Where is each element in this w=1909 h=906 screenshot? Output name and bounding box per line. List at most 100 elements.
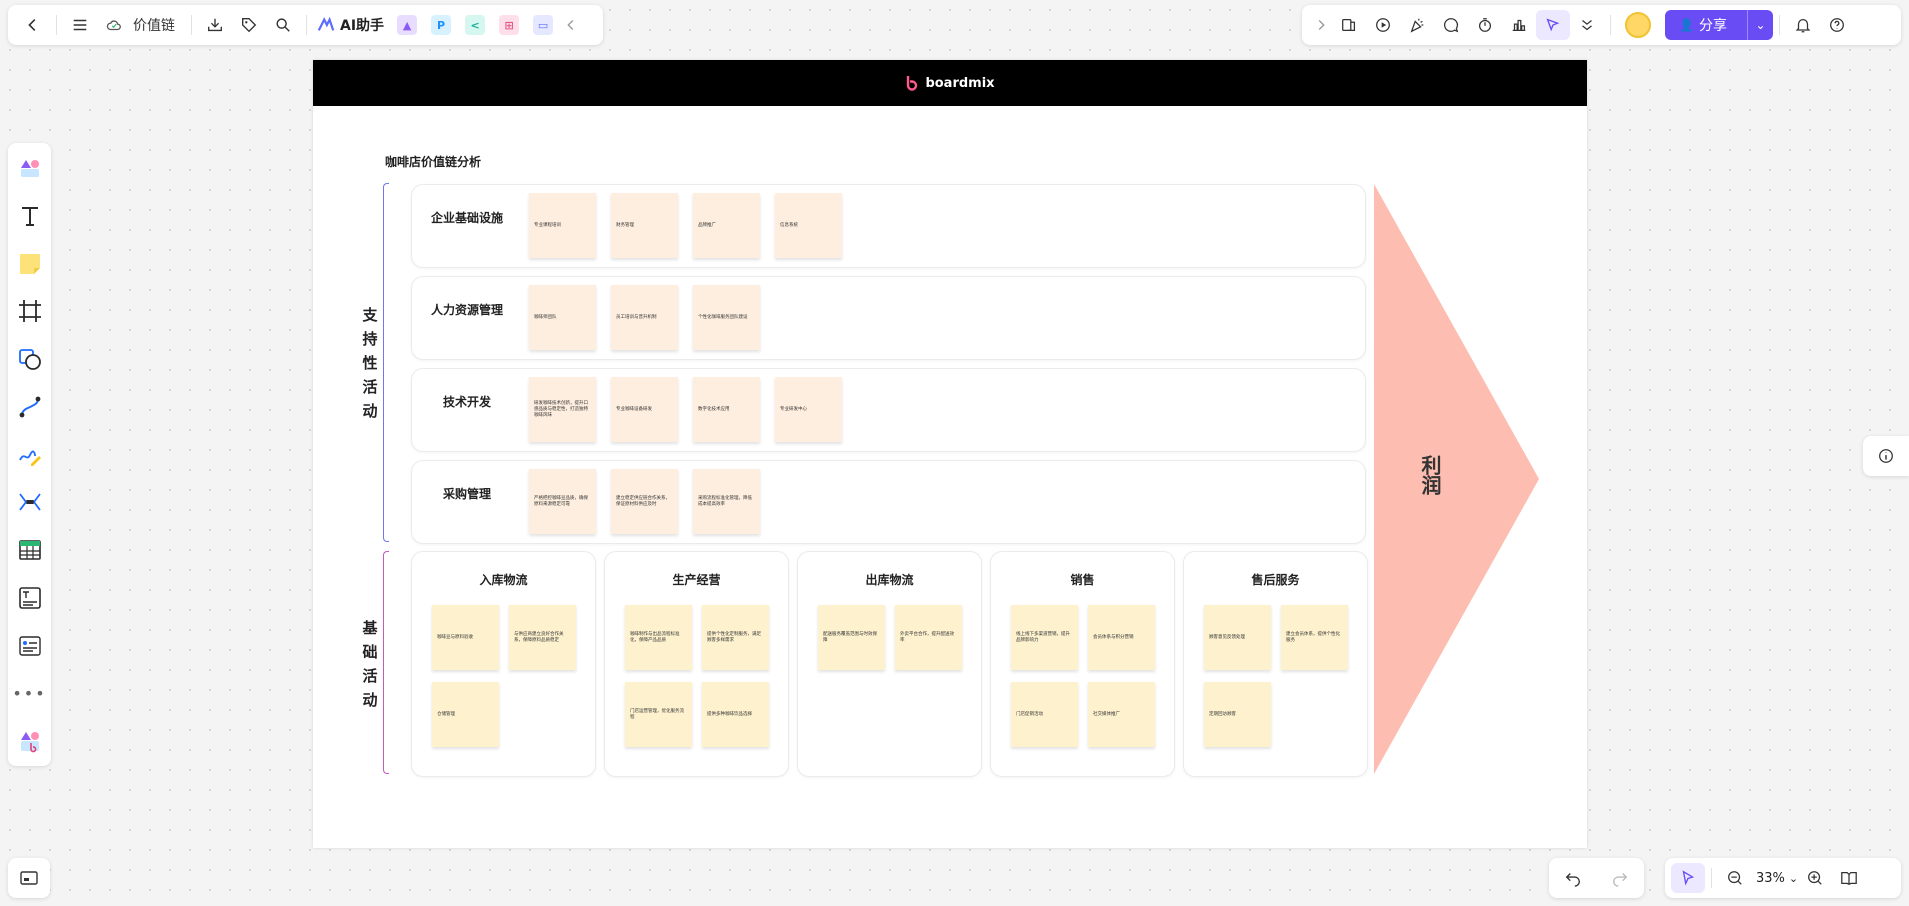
cloud-saved-icon (97, 10, 131, 40)
sticky-note[interactable]: 专业研发中心 (775, 377, 842, 442)
share-dropdown-icon[interactable]: ⌄ (1747, 10, 1773, 40)
sticky-note[interactable]: 采购流程标准化管理，降低成本提高效率 (693, 469, 760, 534)
support-row[interactable]: 企业基础设施 专业课程培训 财务管理 品牌推广 信息系统 (411, 184, 1366, 268)
sticky-note[interactable]: 建立会员体系，提供个性化服务 (1281, 605, 1348, 670)
vote-icon[interactable] (1502, 10, 1536, 40)
document-title[interactable]: 价值链 (133, 15, 175, 35)
sticky-note[interactable]: 建立稳定供应链合作关系，保证原材料供应及时 (611, 469, 678, 534)
sticky-note[interactable]: 员工培训与晋升机制 (611, 285, 678, 350)
follow-cursor-icon[interactable] (1536, 10, 1570, 40)
support-activities-label[interactable]: 支持性活动 (360, 303, 380, 423)
primary-activity-column[interactable]: 入库物流 咖啡豆与原料验收 与供应商建立良好合作关系，保障原料品质稳定 仓储管理 (411, 551, 596, 777)
sticky-note[interactable]: 社交媒体推广 (1088, 682, 1155, 747)
sticky-note[interactable]: 专业咖啡设备研发 (611, 377, 678, 442)
sticky-note[interactable]: 专业课程培训 (529, 193, 596, 258)
text-card-icon[interactable] (13, 581, 47, 615)
sticky-note[interactable]: 数字化技术应用 (693, 377, 760, 442)
ai-ppt-icon[interactable]: P (431, 15, 452, 35)
support-row[interactable]: 人力资源管理 咖啡师团队 员工培训与晋升机制 个性化咖啡服务团队建设 (411, 276, 1366, 360)
primary-activity-column[interactable]: 售后服务顾客意见反馈处理 建立会员体系，提供个性化服务 定期回访顾客 (1183, 551, 1368, 777)
primary-activity-column[interactable]: 生产经营 咖啡制作与出品流程标准化，保障产品品质 提供个性化定制服务，满足顾客多样需… (604, 551, 789, 777)
notification-bell-icon[interactable] (1786, 10, 1820, 40)
timer-icon[interactable] (1468, 10, 1502, 40)
sticky-note[interactable]: 咖啡制作与出品流程标准化，保障产品品质 (625, 605, 692, 670)
sticky-note[interactable]: 提供个性化定制服务，满足顾客多样需求 (702, 605, 769, 670)
sticky-note[interactable]: 品牌推广 (693, 193, 760, 258)
sticky-note[interactable]: 个性化咖啡服务团队建设 (693, 285, 760, 350)
sticky-note[interactable]: 门店运营管理，优化服务流程 (625, 682, 692, 747)
book-view-icon[interactable] (1832, 863, 1866, 893)
minimap-toggle[interactable] (8, 858, 50, 898)
mindmap-tool-icon[interactable] (13, 485, 47, 519)
sticky-note[interactable]: 配送服务覆盖范围与时效保障 (818, 605, 885, 670)
celebrate-icon[interactable] (1400, 10, 1434, 40)
text-tool-icon[interactable] (13, 199, 47, 233)
ai-flowchart-icon[interactable]: ⊞ (499, 15, 520, 35)
search-icon[interactable] (266, 10, 300, 40)
support-row[interactable]: 采购管理 严格把控咖啡豆品质，确保原料来源稳定可靠 建立稳定供应链合作关系，保证原材… (411, 460, 1366, 544)
expand-right-icon[interactable] (1310, 10, 1332, 40)
help-icon[interactable] (1820, 10, 1854, 40)
sticky-note[interactable]: 严格把控咖啡豆品质，确保原料来源稳定可靠 (529, 469, 596, 534)
primary-activity-column[interactable]: 出库物流 配送服务覆盖范围与时效保障 外卖平台合作，提升配送效率 (797, 551, 982, 777)
ai-image-icon[interactable]: ▲ (397, 15, 418, 35)
download-icon[interactable] (198, 10, 232, 40)
primary-activity-column[interactable]: 销售 线上线下多渠道营销，提升品牌影响力 会员体系与积分营销 门店促销活动 社交媒体推广 (990, 551, 1175, 777)
sticky-note[interactable]: 研发咖啡技术创新，提升口感品质与稳定性，打造独特咖啡风味 (529, 377, 596, 442)
undo-icon[interactable] (1556, 863, 1590, 893)
user-avatar[interactable] (1625, 12, 1651, 38)
sticky-note[interactable]: 定期回访顾客 (1204, 682, 1271, 747)
vertical-char: 动 (362, 402, 378, 420)
info-panel-toggle[interactable] (1863, 436, 1909, 476)
divider (191, 15, 192, 35)
primary-activities-label[interactable]: 基础活动 (360, 616, 380, 712)
comment-icon[interactable] (1434, 10, 1468, 40)
ai-mindmap-icon[interactable]: < (465, 15, 486, 35)
vertical-char: 动 (362, 691, 378, 709)
pen-tool-icon[interactable] (13, 438, 47, 472)
shape-tool-icon[interactable] (13, 342, 47, 376)
ai-assistant-button[interactable]: AI助手 (317, 15, 384, 35)
sticky-note[interactable]: 仓储管理 (432, 682, 499, 747)
sticky-note[interactable]: 信息系统 (775, 193, 842, 258)
sticky-note[interactable]: 提供多种咖啡饮品选择 (702, 682, 769, 747)
table-tool-icon[interactable] (13, 533, 47, 567)
share-button[interactable]: 👤 分享 ⌄ (1665, 10, 1773, 40)
divider (306, 15, 307, 35)
support-row[interactable]: 技术开发 研发咖啡技术创新，提升口感品质与稳定性，打造独特咖啡风味 专业咖啡设备研发… (411, 368, 1366, 452)
sticky-note[interactable]: 线上线下多渠道营销，提升品牌影响力 (1011, 605, 1078, 670)
diagram-title[interactable]: 咖啡店价值链分析 (385, 153, 481, 170)
sticky-note[interactable]: 咖啡豆与原料验收 (432, 605, 499, 670)
sticky-note[interactable]: 门店促销活动 (1011, 682, 1078, 747)
sticky-note[interactable]: 顾客意见反馈处理 (1204, 605, 1271, 670)
sticky-note[interactable]: 财务管理 (611, 193, 678, 258)
zoom-in-icon[interactable] (1798, 863, 1832, 893)
more-chevron-icon[interactable] (1570, 10, 1604, 40)
zoom-dropdown-icon[interactable]: ⌄ (1789, 872, 1798, 885)
profit-arrow[interactable] (1374, 184, 1539, 774)
frame-tool-icon[interactable] (13, 294, 47, 328)
collapse-left-icon[interactable] (560, 10, 582, 40)
present-play-icon[interactable] (1366, 10, 1400, 40)
primary-column-title: 售后服务 (1251, 573, 1300, 587)
zoom-level[interactable]: 33% (1756, 871, 1785, 886)
sticky-note[interactable]: 与供应商建立良好合作关系，保障原料品质稳定 (509, 605, 576, 670)
back-icon[interactable] (16, 10, 50, 40)
list-card-icon[interactable] (13, 629, 47, 663)
menu-icon[interactable] (63, 10, 97, 40)
ai-chat-icon[interactable]: ▭ (533, 15, 554, 35)
more-tools-icon[interactable]: ••• (12, 676, 47, 710)
redo-icon[interactable] (1603, 863, 1637, 893)
sticky-note[interactable]: 咖啡师团队 (529, 285, 596, 350)
tag-icon[interactable] (232, 10, 266, 40)
boardmix-apps-icon[interactable] (13, 724, 47, 758)
zoom-out-icon[interactable] (1718, 863, 1752, 893)
material-library-icon[interactable] (13, 151, 47, 185)
sticky-note-icon[interactable] (13, 247, 47, 281)
board-frame[interactable]: boardmix 咖啡店价值链分析 支持性活动 基础活动 企业基础设施 专业课程培… (313, 60, 1587, 848)
template-icon[interactable] (1332, 10, 1366, 40)
sticky-note[interactable]: 外卖平台合作，提升配送效率 (895, 605, 962, 670)
connector-tool-icon[interactable] (13, 390, 47, 424)
select-cursor-icon[interactable] (1671, 863, 1705, 893)
sticky-note[interactable]: 会员体系与积分营销 (1088, 605, 1155, 670)
